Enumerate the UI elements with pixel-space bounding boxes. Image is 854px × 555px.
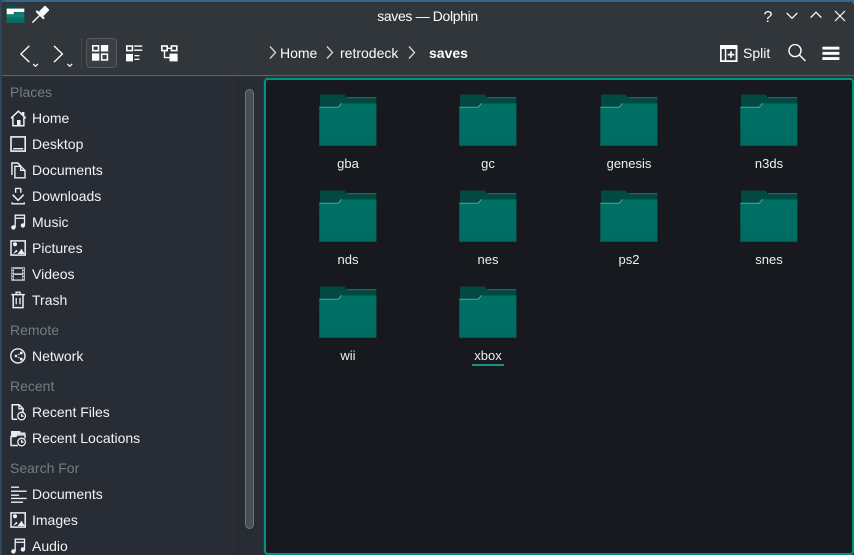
- svg-text:?: ?: [764, 9, 773, 26]
